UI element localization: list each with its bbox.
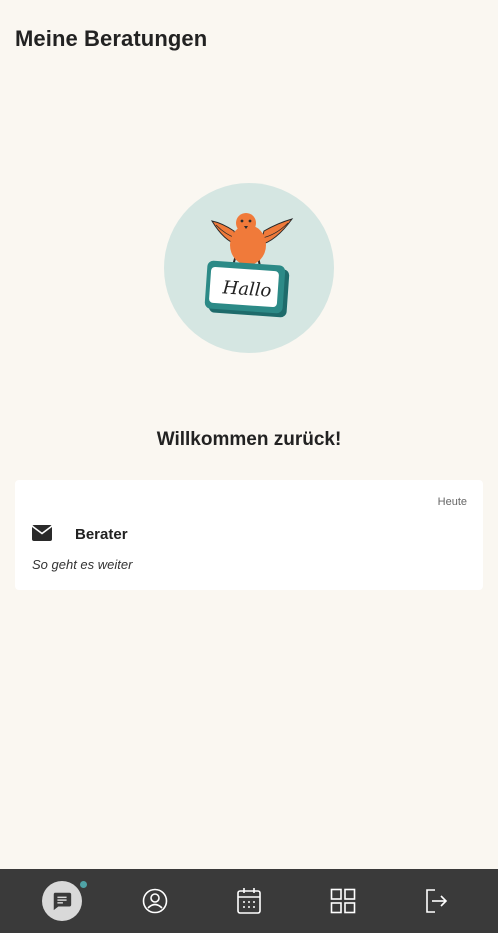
nav-tools[interactable]	[313, 869, 373, 933]
grid-icon	[330, 888, 356, 914]
session-preview: So geht es weiter	[32, 557, 133, 572]
welcome-heading: Willkommen zurück!	[156, 429, 342, 450]
nav-profile[interactable]	[125, 869, 185, 933]
bird-holding-sign-icon	[204, 213, 294, 318]
chat-icon	[53, 892, 72, 911]
notification-dot	[78, 879, 89, 890]
logout-icon	[426, 889, 448, 913]
session-date: Heute	[437, 496, 467, 508]
session-sender: Berater	[75, 526, 128, 543]
page-title: Meine Beratungen	[15, 26, 208, 51]
bottom-navigation	[0, 869, 498, 933]
page: Meine Beratungen Hallo Willkommen zurück…	[0, 0, 498, 933]
session-card[interactable]: Heute Berater So geht es weiter	[15, 480, 483, 590]
user-icon	[142, 888, 168, 914]
envelope-icon	[32, 525, 52, 541]
nav-active-indicator	[42, 879, 89, 921]
calendar-icon	[237, 888, 261, 914]
nav-messages[interactable]	[32, 869, 92, 933]
nav-logout[interactable]	[406, 869, 466, 933]
nav-appointments[interactable]	[219, 869, 279, 933]
welcome-illustration: Hallo	[164, 183, 334, 353]
